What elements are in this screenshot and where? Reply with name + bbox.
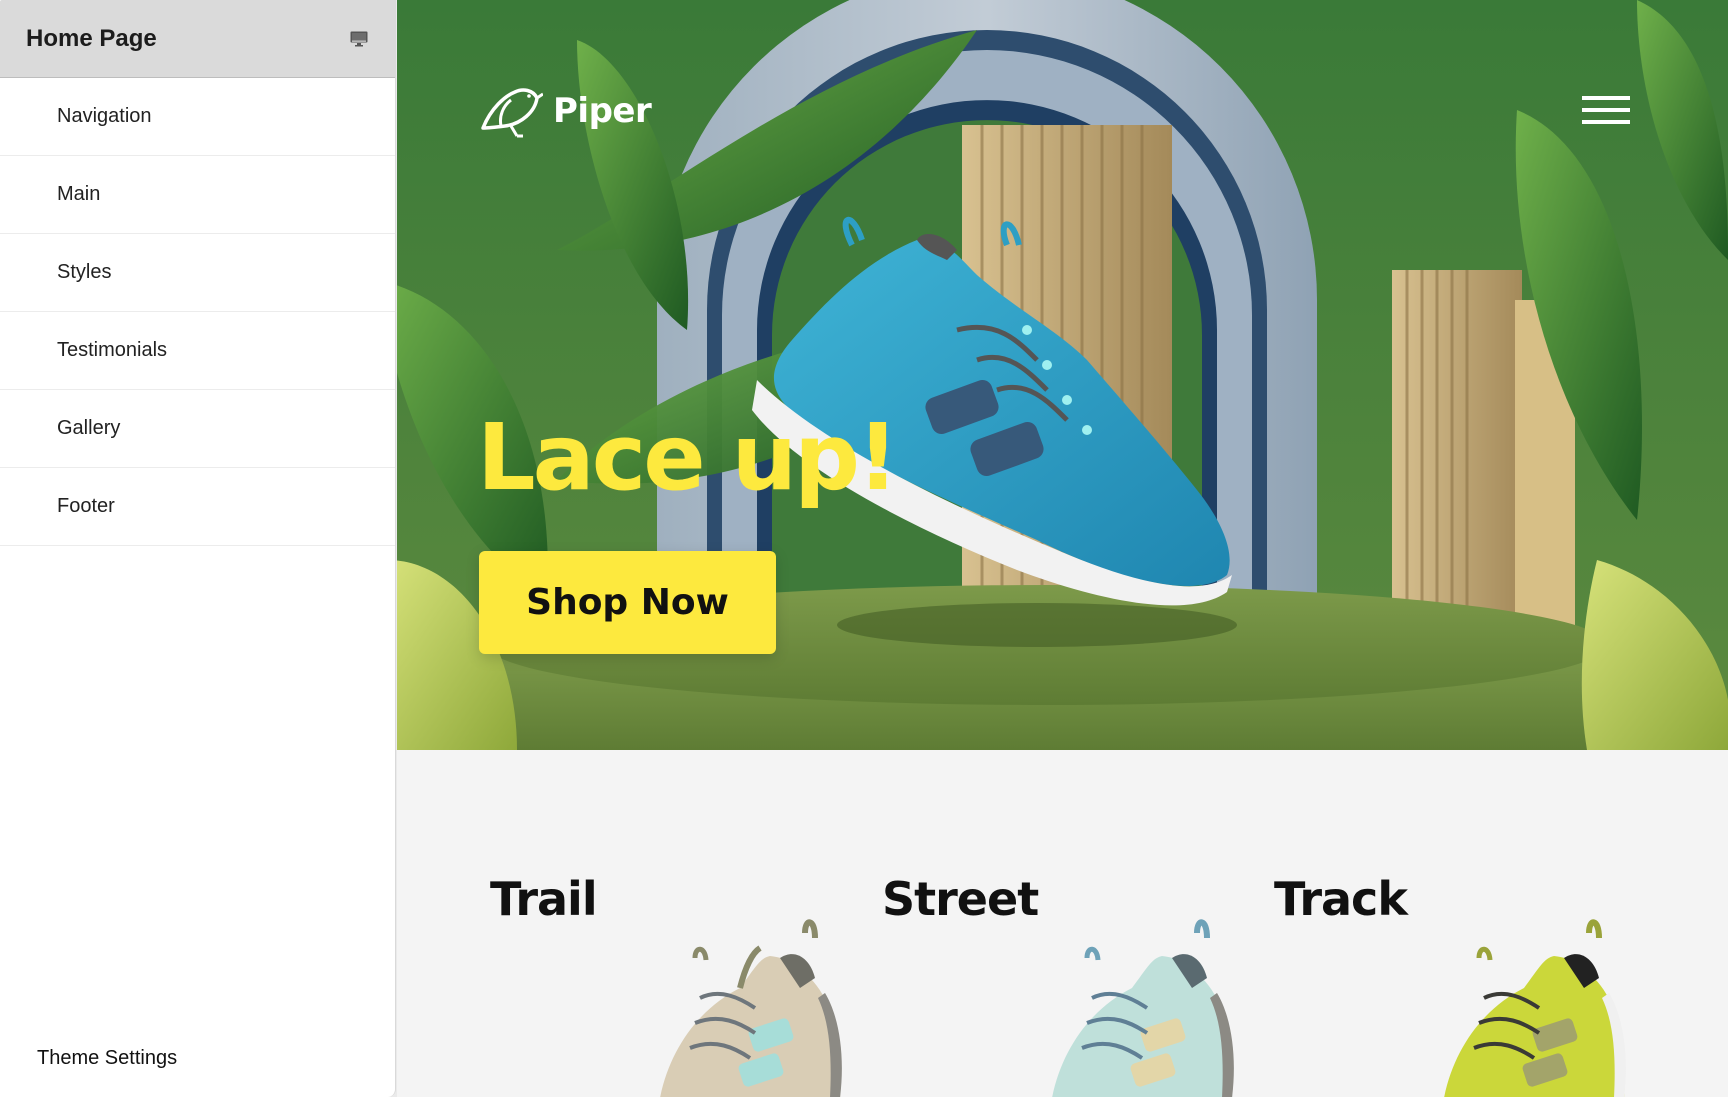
brand-name: Piper xyxy=(553,90,652,131)
theme-settings-link[interactable]: Theme Settings xyxy=(0,1019,395,1097)
section-item-main[interactable]: Main xyxy=(0,156,395,234)
section-item-gallery[interactable]: Gallery xyxy=(0,390,395,468)
section-label: Gallery xyxy=(57,417,121,439)
site-preview: Piper Lace up! Shop Now Trail Street Tra… xyxy=(397,0,1728,1097)
street-shoe-image xyxy=(1052,919,1234,1097)
hero-section: Piper Lace up! Shop Now xyxy=(397,0,1728,750)
trail-shoe-image xyxy=(660,919,842,1097)
section-label: Footer xyxy=(57,495,115,517)
section-item-footer[interactable]: Footer xyxy=(0,468,395,546)
category-title: Track xyxy=(1274,872,1408,926)
section-label: Navigation xyxy=(57,105,152,127)
section-label: Testimonials xyxy=(57,339,168,361)
track-shoe-image xyxy=(1444,919,1626,1097)
category-card-trail[interactable]: Trail xyxy=(490,750,880,1097)
monitor-icon[interactable] xyxy=(349,29,369,49)
section-label: Styles xyxy=(57,261,112,283)
sections-sidebar: Home Page Navigation Main Styles Testimo… xyxy=(0,0,396,1097)
category-title: Trail xyxy=(490,872,598,926)
page-title: Home Page xyxy=(26,24,157,52)
section-list: Navigation Main Styles Testimonials Gall… xyxy=(0,78,395,546)
bird-icon xyxy=(477,78,544,143)
hero-headline: Lace up! xyxy=(477,404,899,511)
section-label: Main xyxy=(57,183,101,205)
category-card-track[interactable]: Track xyxy=(1274,750,1664,1097)
section-item-styles[interactable]: Styles xyxy=(0,234,395,312)
sidebar-header: Home Page xyxy=(0,0,395,78)
section-item-testimonials[interactable]: Testimonials xyxy=(0,312,395,390)
section-item-navigation[interactable]: Navigation xyxy=(0,78,395,156)
category-card-street[interactable]: Street xyxy=(882,750,1272,1097)
brand-logo[interactable]: Piper xyxy=(477,78,652,143)
category-title: Street xyxy=(882,872,1039,926)
hamburger-menu-icon[interactable] xyxy=(1582,96,1630,124)
theme-settings-label: Theme Settings xyxy=(37,1046,178,1069)
shop-now-button[interactable]: Shop Now xyxy=(479,551,776,654)
category-section: Trail Street Track xyxy=(397,750,1728,1097)
